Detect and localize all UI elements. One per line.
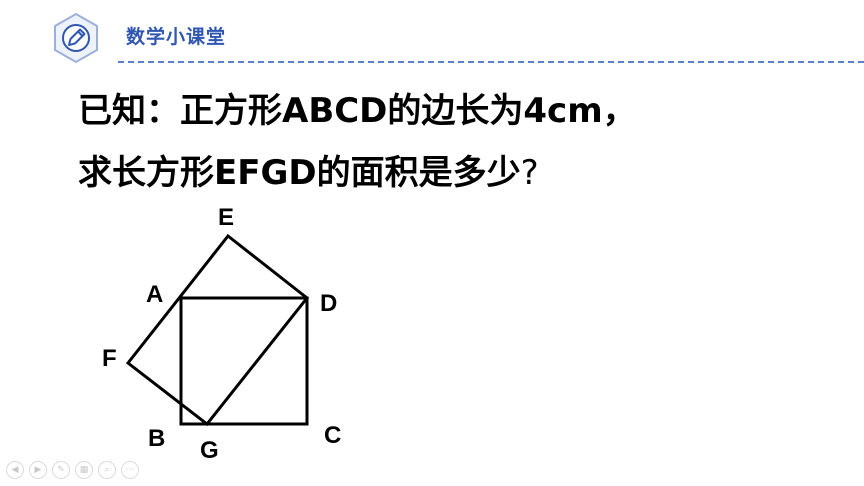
- label-g: G: [200, 437, 219, 464]
- square-abcd: [179, 296, 309, 426]
- rectangle-efgd: [125, 233, 310, 427]
- label-b: B: [148, 425, 165, 452]
- label-d: D: [320, 290, 337, 317]
- label-f: F: [102, 345, 117, 372]
- zoom-icon[interactable]: ⌕: [98, 461, 116, 479]
- label-a: A: [146, 281, 163, 308]
- label-c: C: [324, 422, 341, 449]
- pen-icon[interactable]: ✎: [52, 461, 70, 479]
- slideshow-toolbar: ◀ ▶ ✎ ▦ ⌕ ⋯: [6, 461, 139, 481]
- more-icon[interactable]: ⋯: [121, 461, 139, 479]
- label-e: E: [218, 204, 234, 231]
- next-icon[interactable]: ▶: [29, 461, 47, 479]
- slides-icon[interactable]: ▦: [75, 461, 93, 479]
- prev-icon[interactable]: ◀: [6, 461, 24, 479]
- geometry-figure: E A D F B G C: [102, 204, 341, 464]
